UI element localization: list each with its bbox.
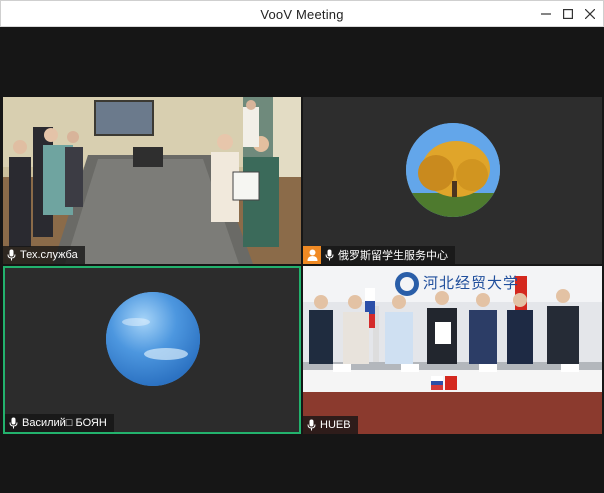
minimize-button[interactable] [537,5,555,23]
video-tile-tech-service[interactable]: Тех.служба [3,97,301,264]
mic-icon [7,249,16,261]
title-bar: VooV Meeting [0,0,604,27]
room-sign: 河北经贸大学 [423,274,520,292]
mic-icon [307,419,316,431]
close-button[interactable] [581,5,599,23]
video-tile-service-center[interactable]: 俄罗斯留学生服务中心 [303,97,602,264]
participant-label: HUEB [303,416,358,434]
maximize-icon [563,9,573,19]
participant-name: 俄罗斯留学生服务中心 [338,250,448,262]
video-tile-hueb[interactable]: HUEB 河北经贸大学 [303,266,602,434]
participant-label: Василий□ БОЯН [5,414,114,432]
avatar [406,123,500,217]
participant-name: Василий□ БОЯН [22,417,107,429]
avatar [106,292,200,386]
participant-label: Тех.служба [3,246,85,264]
window-title: VooV Meeting [260,7,344,22]
sky-avatar-image [106,292,200,386]
tree-avatar-image [406,123,500,217]
participant-label: 俄罗斯留学生服务中心 [303,246,455,264]
video-tile-vasily[interactable]: Василий□ БОЯН [3,266,301,434]
close-icon [585,9,595,19]
participant-name: Тех.служба [20,249,78,261]
video-stage: Тех.служба 俄罗斯留学生服务中心 Василий□ БОЯН HUEB… [0,27,604,493]
mic-icon [9,417,18,429]
minimize-icon [541,13,551,15]
conference-room-video [3,97,301,264]
mic-icon [325,249,334,261]
participant-name: HUEB [320,419,351,431]
host-icon [303,246,321,264]
maximize-button[interactable] [559,5,577,23]
